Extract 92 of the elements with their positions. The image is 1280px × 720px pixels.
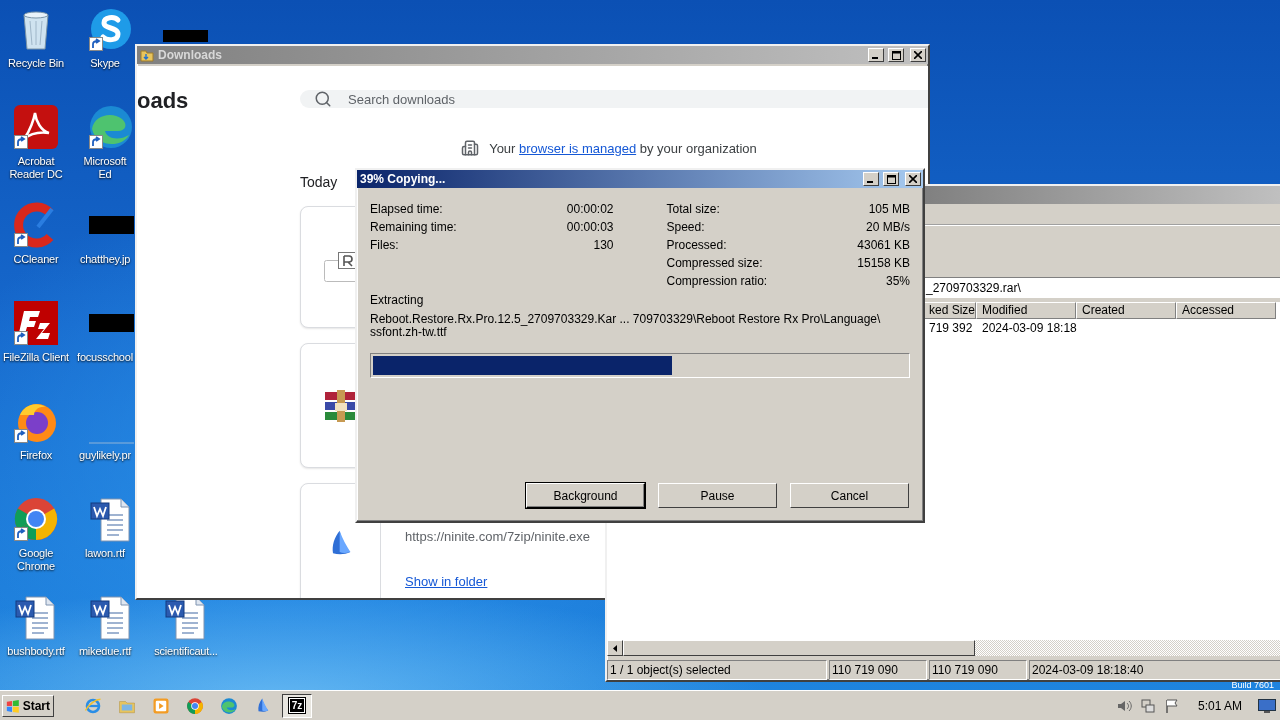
browser-icon (186, 696, 204, 715)
table-cell-text: 2024-03-09 18:18 (981, 321, 1076, 335)
stat-label: Elapsed time: (370, 202, 443, 216)
search-field[interactable]: Search downloads (300, 90, 928, 108)
dialog-title: 39% Copying... (360, 172, 447, 186)
minimize-button[interactable] (868, 48, 884, 62)
icon-label[interactable]: Skype (76, 57, 134, 70)
icon-label[interactable]: Google Chrome (0, 547, 72, 573)
browser-icon (84, 696, 102, 715)
column-header[interactable]: Created (1076, 302, 1176, 319)
close-icon (909, 175, 917, 183)
page-heading: oads (137, 88, 190, 114)
windows-logo-icon (6, 697, 20, 714)
stat-value: 00:00:02 (566, 202, 614, 216)
redaction-bar (88, 216, 134, 234)
stat-label: Compression ratio: (666, 274, 768, 288)
address-field[interactable]: _2709703329.rar\ (923, 277, 1280, 298)
show-desktop-icon[interactable] (1258, 698, 1276, 713)
stat-value: 43061 KB (857, 238, 910, 252)
stat-label: Compressed size: (666, 256, 763, 270)
section-heading: Today (300, 174, 338, 190)
icon-label[interactable]: guylikely.pr (76, 449, 134, 462)
start-button[interactable]: Start (2, 694, 54, 717)
icon-label[interactable]: lawon.rtf (76, 547, 134, 560)
scroll-left-button[interactable] (607, 640, 623, 656)
stat-label: Total size: (666, 202, 720, 216)
status-text: 110 719 090 (929, 660, 1027, 680)
line-icon (88, 442, 134, 444)
close-button[interactable] (905, 172, 921, 186)
maximize-icon (886, 174, 896, 184)
browser-icon (220, 696, 238, 715)
search-icon (314, 90, 332, 108)
status-text: 110 719 090 (829, 660, 927, 680)
managed-notice: Your browser is managed by your organization (489, 140, 757, 156)
stat-value: 20 MB/s (866, 220, 910, 234)
stat-label: Remaining time: (370, 220, 457, 234)
media-player-icon (152, 696, 170, 715)
dialog-button[interactable]: Pause (658, 483, 777, 508)
stat-value: 130 (593, 238, 614, 252)
maximize-icon (891, 50, 901, 60)
managed-link[interactable]: browser is managed (519, 140, 637, 156)
archive-icon (325, 389, 357, 422)
stat-value: 35% (885, 274, 910, 288)
show-in-folder-link[interactable]: Show in folder (405, 574, 488, 589)
table-cell-text: 719 392 (928, 321, 974, 335)
network-icon[interactable] (1139, 697, 1156, 714)
column-header[interactable]: Modified (976, 302, 1076, 319)
left-arrow-icon (613, 644, 617, 652)
icon-label[interactable]: Acrobat Reader DC (0, 155, 72, 181)
maximize-button[interactable] (883, 172, 899, 186)
icon-label[interactable]: focusschool (76, 351, 134, 364)
pdf-app-icon (12, 103, 60, 151)
redaction-bar (163, 30, 208, 42)
icon-label[interactable]: CCleaner (0, 253, 72, 266)
minimize-button[interactable] (863, 172, 879, 186)
icon-label[interactable]: Firefox (0, 449, 72, 462)
taskbar-button[interactable]: 7z (282, 693, 312, 718)
flag-icon[interactable] (1163, 697, 1180, 714)
status-text: 2024-03-09 18:18:40 (1029, 660, 1280, 680)
maximize-button[interactable] (888, 48, 904, 62)
close-icon (914, 51, 922, 59)
ftp-app-icon (12, 299, 60, 347)
folder-icon (140, 48, 154, 62)
browser-icon (87, 103, 135, 151)
clock[interactable]: 5:01 AM (1197, 698, 1242, 713)
stat-label: Files: (370, 238, 399, 252)
redaction-bar (88, 314, 134, 332)
stat-value: 00:00:03 (566, 220, 614, 234)
icon-label[interactable]: FileZilla Client (0, 351, 72, 364)
file-icon (324, 252, 358, 282)
file-path: Reboot.Restore.Rx.Pro.12.5_2709703329.Kar ... 709703329\Reboot Restore Rx Pro\Language\ (370, 313, 881, 326)
browser-icon (12, 495, 60, 543)
building-icon (461, 139, 480, 157)
download-url: https://ninite.com/7zip/ninite.exe (405, 529, 590, 544)
archive-app-icon: 7z (288, 698, 306, 713)
close-button[interactable] (910, 48, 926, 62)
icon-label[interactable]: chatthey.jp (76, 253, 134, 266)
icon-label[interactable]: Microsoft Ed (76, 155, 134, 181)
scroll-thumb[interactable] (623, 640, 975, 656)
status-text: 1 / 1 object(s) selected (607, 660, 827, 680)
status-label: Extracting (370, 292, 425, 308)
dialog-button[interactable]: Background (526, 483, 645, 508)
dialog-button[interactable]: Cancel (790, 483, 909, 508)
column-header[interactable]: ked Size (923, 302, 976, 319)
column-header[interactable]: Accessed (1176, 302, 1276, 319)
stat-label: Processed: (666, 238, 727, 252)
icon-label[interactable]: Recycle Bin (0, 57, 72, 70)
stat-label: Speed: (666, 220, 705, 234)
stat-value: 15158 KB (857, 256, 910, 270)
window-title: Downloads (158, 48, 223, 62)
file-path: ssfont.zh-tw.ttf (370, 326, 447, 339)
stat-value: 105 MB (868, 202, 910, 216)
